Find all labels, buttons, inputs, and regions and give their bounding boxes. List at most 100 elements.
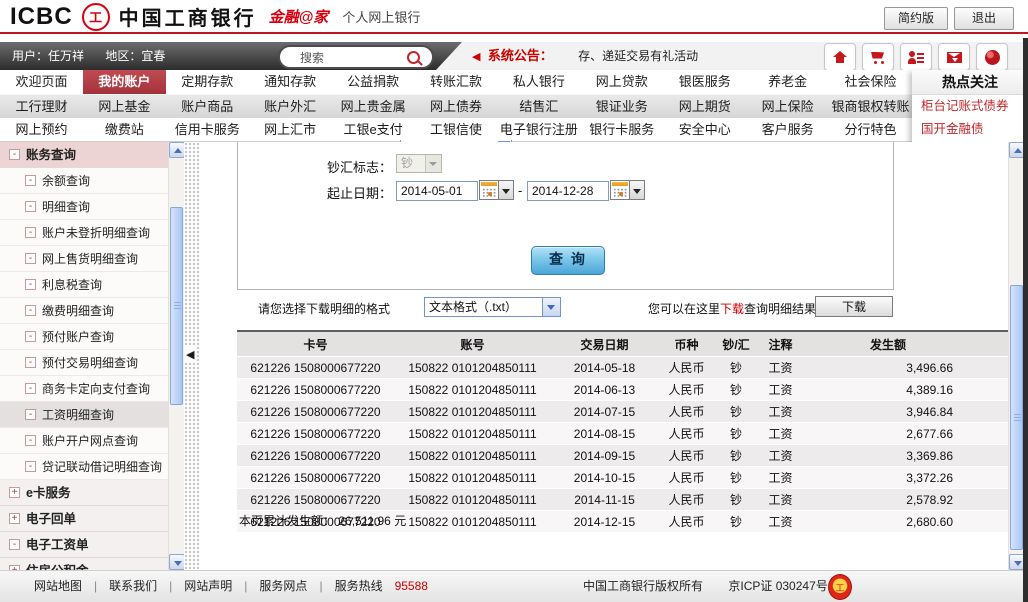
- nav-item[interactable]: 银行卡服务: [580, 118, 663, 141]
- collapse-icon[interactable]: -: [25, 357, 36, 368]
- sidebar-item[interactable]: -网上售货明细查询: [0, 246, 168, 272]
- query-button[interactable]: 查 询: [531, 246, 605, 275]
- logout-button[interactable]: 退出: [954, 7, 1014, 30]
- sidebar-item[interactable]: -账户未登折明细查询: [0, 220, 168, 246]
- sidebar-item[interactable]: -预付交易明细查询: [0, 350, 168, 376]
- expand-icon[interactable]: +: [9, 487, 20, 498]
- sidebar-scrollbar-thumb[interactable]: [170, 207, 183, 405]
- nav-item[interactable]: 私人银行: [497, 70, 580, 94]
- nav-item[interactable]: 工行理财: [0, 95, 83, 118]
- calendar-icon[interactable]: [610, 180, 630, 200]
- sidebar-item[interactable]: -贷记联动借记明细查询: [0, 454, 168, 480]
- sidebar-item[interactable]: -工资明细查询: [0, 402, 168, 428]
- collapse-icon[interactable]: -: [25, 279, 36, 290]
- nav-item[interactable]: 网上贷款: [580, 70, 663, 94]
- footer-link[interactable]: 网站声明: [184, 579, 232, 593]
- sidebar-item[interactable]: -缴费明细查询: [0, 298, 168, 324]
- footer-link[interactable]: 服务网点: [259, 579, 307, 593]
- nav-item[interactable]: 网上保险: [746, 95, 829, 118]
- nav-item[interactable]: 缴费站: [83, 118, 166, 141]
- collapse-icon[interactable]: -: [25, 253, 36, 264]
- nav-item[interactable]: 网上期货: [663, 95, 746, 118]
- nav-item[interactable]: 分行特色: [829, 118, 912, 141]
- cart-button[interactable]: [862, 43, 894, 71]
- footer-link[interactable]: 联系我们: [109, 579, 157, 593]
- date-from-picker[interactable]: [479, 180, 514, 202]
- sidebar-item[interactable]: -账务查询: [0, 142, 168, 168]
- sidebar-scrollbar[interactable]: [168, 142, 184, 570]
- nav-item[interactable]: 电子银行注册: [497, 118, 580, 141]
- nav-item[interactable]: 银商银权转账: [829, 95, 912, 118]
- nav-item[interactable]: 账户外汇: [249, 95, 332, 118]
- sidebar-item[interactable]: -商务卡定向支付查询: [0, 376, 168, 402]
- collapse-icon[interactable]: -: [25, 227, 36, 238]
- nav-item[interactable]: 账户商品: [166, 95, 249, 118]
- collapse-icon[interactable]: -: [9, 149, 20, 160]
- nav-item[interactable]: 养老金: [746, 70, 829, 94]
- sidebar-item[interactable]: +住房公积金: [0, 558, 168, 570]
- mail-button[interactable]: [938, 43, 970, 71]
- calendar-icon[interactable]: [479, 180, 499, 200]
- collapse-icon[interactable]: -: [25, 201, 36, 212]
- nav-item[interactable]: 通知存款: [249, 70, 332, 94]
- nav-item[interactable]: 网上预约: [0, 118, 83, 141]
- collapse-sidebar-icon[interactable]: ◀: [185, 347, 195, 362]
- download-button[interactable]: 下载: [815, 296, 893, 317]
- nav-item[interactable]: 网上汇市: [249, 118, 332, 141]
- nav-item[interactable]: 公益捐款: [332, 70, 415, 94]
- nav-item[interactable]: 结售汇: [497, 95, 580, 118]
- nav-item[interactable]: 定期存款: [166, 70, 249, 94]
- search-icon[interactable]: [407, 51, 420, 64]
- scroll-down-icon[interactable]: [169, 554, 185, 570]
- expand-icon[interactable]: +: [9, 513, 20, 524]
- nav-item[interactable]: 欢迎页面: [0, 70, 83, 94]
- sidebar-item[interactable]: +电子回单: [0, 506, 168, 532]
- calendar-dropdown-icon[interactable]: [630, 180, 645, 200]
- panel-splitter[interactable]: ◀: [184, 142, 200, 570]
- contacts-button[interactable]: [900, 43, 932, 71]
- collapse-icon[interactable]: -: [25, 175, 36, 186]
- collapse-icon[interactable]: -: [25, 383, 36, 394]
- customer-service-button[interactable]: [976, 43, 1008, 71]
- collapse-icon[interactable]: -: [25, 331, 36, 342]
- nav-item[interactable]: 社会保险: [829, 70, 912, 94]
- collapse-icon[interactable]: -: [25, 435, 36, 446]
- download-format-select[interactable]: 文本格式（.txt）: [424, 297, 561, 317]
- download-link[interactable]: 下载: [720, 302, 744, 316]
- content-scrollbar[interactable]: [1008, 142, 1024, 570]
- hot-topic-link[interactable]: 国开金融债: [912, 118, 1028, 141]
- collapse-icon[interactable]: -: [25, 305, 36, 316]
- collapse-icon[interactable]: -: [25, 461, 36, 472]
- footer-link[interactable]: 网站地图: [34, 579, 82, 593]
- hot-topic-link[interactable]: 柜台记账式债券: [912, 95, 1028, 118]
- sidebar-item[interactable]: -预付账户查询: [0, 324, 168, 350]
- nav-item[interactable]: 银医服务: [663, 70, 746, 94]
- nav-item[interactable]: 转账汇款: [415, 70, 498, 94]
- simple-version-button[interactable]: 简约版: [884, 7, 948, 30]
- nav-item[interactable]: 工银e支付: [332, 118, 415, 141]
- collapse-icon[interactable]: -: [9, 539, 20, 550]
- search-input[interactable]: 搜索: [278, 45, 434, 69]
- scroll-up-icon[interactable]: [169, 142, 185, 158]
- sidebar-item[interactable]: -明细查询: [0, 194, 168, 220]
- nav-item[interactable]: 网上债券: [415, 95, 498, 118]
- nav-item[interactable]: 网上贵金属: [332, 95, 415, 118]
- date-to-picker[interactable]: [610, 180, 645, 202]
- nav-item[interactable]: 信用卡服务: [166, 118, 249, 141]
- sidebar-item[interactable]: -利息税查询: [0, 272, 168, 298]
- nav-item[interactable]: 客户服务: [746, 118, 829, 141]
- nav-item[interactable]: 网上基金: [83, 95, 166, 118]
- sidebar-item[interactable]: -电子工资单: [0, 532, 168, 558]
- nav-item[interactable]: 我的账户: [83, 70, 166, 94]
- date-from-input[interactable]: [396, 181, 478, 201]
- nav-item[interactable]: 银证业务: [580, 95, 663, 118]
- calendar-dropdown-icon[interactable]: [499, 180, 514, 200]
- nav-item[interactable]: 安全中心: [663, 118, 746, 141]
- sidebar-item[interactable]: -账户开户网点查询: [0, 428, 168, 454]
- date-to-input[interactable]: [527, 181, 609, 201]
- content-scrollbar-thumb[interactable]: [1010, 285, 1023, 550]
- home-button[interactable]: [824, 43, 856, 71]
- collapse-icon[interactable]: -: [25, 409, 36, 420]
- sidebar-item[interactable]: -余额查询: [0, 168, 168, 194]
- nav-item[interactable]: 工银信使: [415, 118, 498, 141]
